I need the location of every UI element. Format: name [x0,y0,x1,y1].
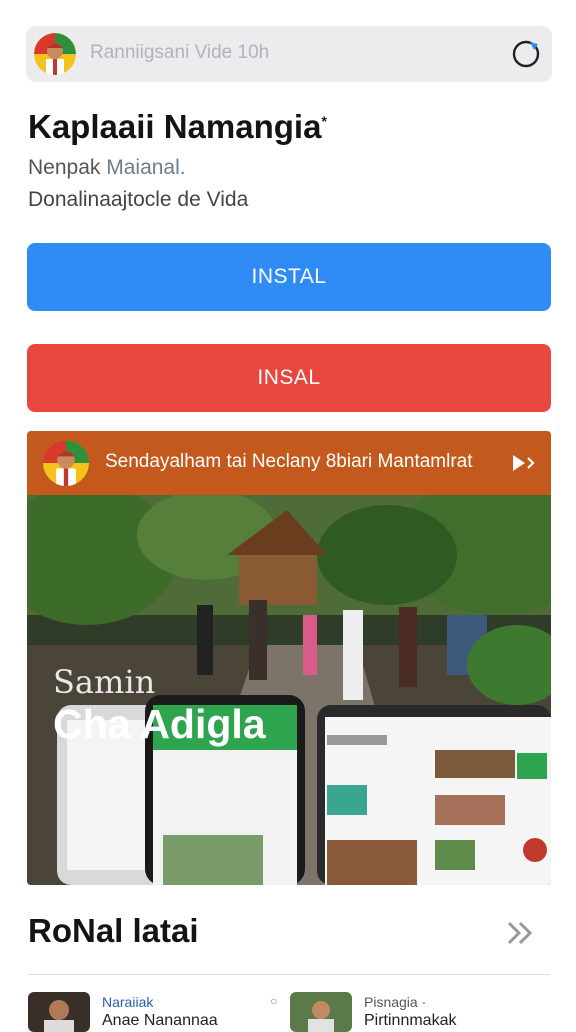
separator-dot: ○ [270,994,278,1008]
banner-avatar [43,440,89,486]
secondary-install-button[interactable]: INSAL [27,344,551,412]
app-description: Donalinaajtocle de Vida [28,188,249,211]
play-arrow-icon[interactable] [511,451,537,475]
app-subtitle: Nenpak Maianal. [28,156,186,180]
banner-scene-image: Samin Cha Adigla [27,495,551,885]
card-meta: Naraiiak [102,994,154,1010]
promo-banner[interactable]: Sendayalham tai Neclany 8biari Mantamlra… [27,431,551,885]
install-button[interactable]: INSTAL [27,243,551,311]
banner-overlay-small: Samin [53,663,156,701]
banner-header: Sendayalham tai Neclany 8biari Mantamlra… [27,431,551,495]
subtitle-plain: Nenpak [28,156,101,179]
section-title: RoNal latai [28,912,199,949]
card-thumbnail [290,992,352,1032]
banner-header-text: Sendayalham tai Neclany 8biari Mantamlra… [105,451,473,472]
profile-avatar[interactable] [34,33,76,75]
card-title: Pirtinnmakak [364,1012,457,1029]
card-thumbnail [28,992,90,1032]
refresh-icon[interactable] [510,38,542,70]
double-chevron-icon[interactable] [506,920,536,946]
app-title: Kaplaaii Namangia* [28,108,327,145]
title-mark: * [321,113,327,129]
top-bar-title: Ranniigsani Vide 10h [90,42,270,63]
section-divider [28,974,550,975]
banner-overlay-title: Cha Adigla [53,701,266,747]
top-bar: Ranniigsani Vide 10h [26,26,552,82]
subtitle-accent: Maianal. [106,156,186,179]
card-title: Anae Nanannaa [102,1012,218,1029]
card-meta: Pisnagia · [364,994,427,1010]
